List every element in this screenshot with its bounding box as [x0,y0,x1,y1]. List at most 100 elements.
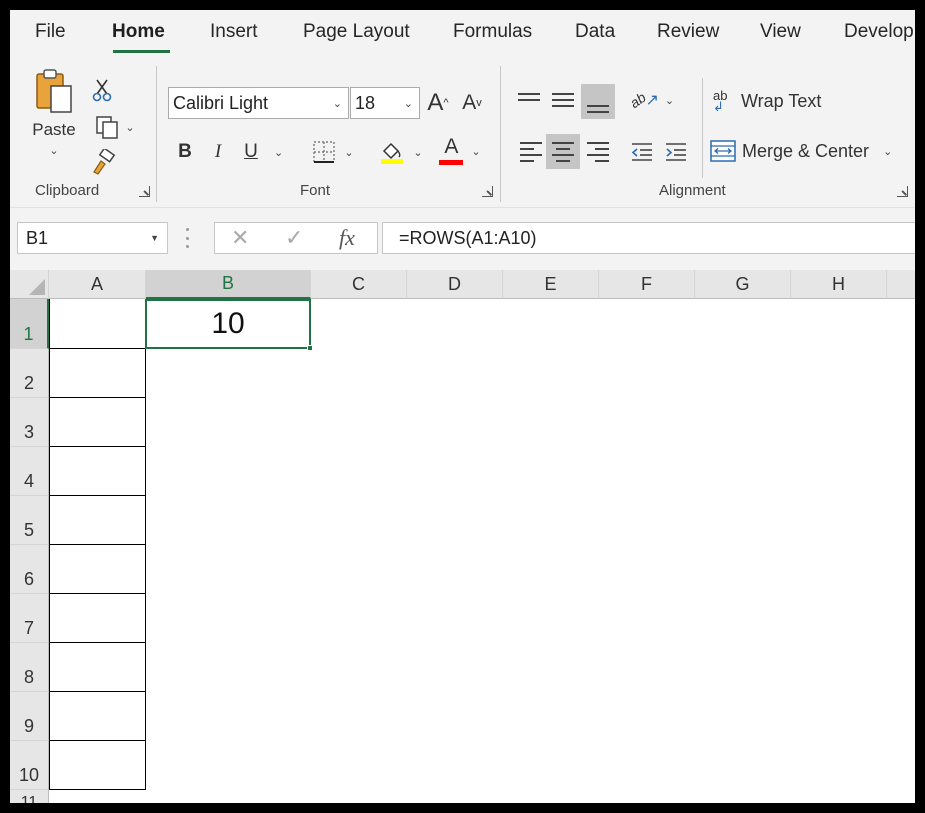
font-launcher-icon[interactable] [482,186,493,197]
chevron-down-icon: ⌄ [333,97,342,110]
tab-formulas[interactable]: Formulas [453,21,532,43]
cut-button[interactable] [90,76,114,104]
cell-b1-active[interactable]: 10 [145,299,311,349]
name-box[interactable]: B1 ▼ [17,222,168,254]
clipboard-launcher-icon[interactable] [139,186,150,197]
column-header-d[interactable]: D [407,270,503,299]
chevron-down-icon: ⌄ [404,97,413,110]
bottom-align-button[interactable] [581,84,615,119]
tab-insert[interactable]: Insert [210,21,258,43]
fill-handle[interactable] [307,345,313,351]
ribbon-separator [500,66,501,202]
cancel-icon[interactable]: ✕ [231,225,249,251]
cell-a7[interactable] [49,594,146,643]
top-align-button[interactable] [514,82,544,112]
align-right-button[interactable] [581,134,615,169]
row-header-2[interactable]: 2 [10,349,49,398]
ribbon-separator [702,78,703,178]
column-header-b[interactable]: B [146,270,311,299]
paste-button[interactable]: Paste ⌄ [28,68,80,174]
cell-a1[interactable] [49,299,146,349]
decrease-indent-icon [630,142,654,162]
enter-icon[interactable]: ✓ [285,225,303,251]
tab-developer[interactable]: Develop [844,21,914,43]
increase-font-size-button[interactable]: A^ [424,87,452,119]
fill-color-button[interactable]: ⌄ [376,138,426,166]
cell-a9[interactable] [49,692,146,741]
copy-icon [95,115,119,139]
row-header-4[interactable]: 4 [10,447,49,496]
align-left-button[interactable] [514,134,548,169]
middle-align-button[interactable] [548,84,578,116]
row-header-1[interactable]: 1 [10,299,49,349]
underline-button[interactable]: U [239,138,263,166]
row-header-5[interactable]: 5 [10,496,49,545]
cell-a3[interactable] [49,398,146,447]
chevron-down-icon: ⌄ [471,145,480,158]
row-header-8[interactable]: 8 [10,643,49,692]
cell-a4[interactable] [49,447,146,496]
formula-bar: B1 ▼ ✕ ✓ fx =ROWS(A1:A10) [10,208,915,270]
bold-button[interactable]: B [173,138,197,166]
cell-a5[interactable] [49,496,146,545]
merge-center-label: Merge & Center [742,141,869,162]
decrease-font-size-button[interactable]: Av [458,87,486,119]
cell-a10[interactable] [49,741,146,790]
column-header-f[interactable]: F [599,270,695,299]
borders-button[interactable]: ⌄ [308,138,358,166]
alignment-launcher-icon[interactable] [897,186,908,197]
font-name-combo[interactable]: Calibri Light ⌄ [168,87,349,119]
select-all-button[interactable] [10,270,49,299]
font-color-letter: A [444,137,458,157]
increase-indent-button[interactable] [661,134,691,169]
paste-label: Paste [32,120,75,140]
wrap-text-icon: ab↲ [713,90,737,112]
highlight-swatch [381,159,403,164]
chevron-down-icon: ⌄ [344,146,353,159]
tab-page-layout[interactable]: Page Layout [303,21,410,43]
italic-button[interactable]: I [206,138,230,166]
middle-align-icon [552,93,574,107]
decrease-indent-button[interactable] [627,134,657,169]
cell-a6[interactable] [49,545,146,594]
wrap-text-button[interactable]: ab↲ Wrap Text [713,86,833,116]
formula-bar-splitter[interactable] [186,228,190,248]
copy-button[interactable]: ⌄ [90,113,140,141]
bottom-align-icon [587,105,609,113]
merge-center-button[interactable]: Merge & Center ⌄ [710,136,900,166]
row-header-7[interactable]: 7 [10,594,49,643]
align-left-icon [520,142,542,162]
format-painter-button[interactable] [90,148,118,176]
column-header-h[interactable]: H [791,270,887,299]
tab-review[interactable]: Review [657,21,719,43]
tab-file[interactable]: File [35,21,66,43]
font-color-button[interactable]: A ⌄ [435,136,485,166]
column-header-overflow [887,270,915,299]
cell-a2[interactable] [49,349,146,398]
active-tab-indicator [113,50,170,53]
orientation-button[interactable]: ab ↗ ⌄ [628,86,676,114]
formula-input[interactable]: =ROWS(A1:A10) [382,222,915,254]
row-header-9[interactable]: 9 [10,692,49,741]
column-header-c[interactable]: C [311,270,407,299]
insert-function-button[interactable]: fx [339,225,355,251]
paste-icon [31,68,77,116]
cell-a8[interactable] [49,643,146,692]
row-header-10[interactable]: 10 [10,741,49,790]
row-header-6[interactable]: 6 [10,545,49,594]
tab-home[interactable]: Home [112,21,165,43]
excel-window: File Home Insert Page Layout Formulas Da… [10,10,915,803]
column-header-e[interactable]: E [503,270,599,299]
column-header-a[interactable]: A [49,270,146,299]
borders-icon [312,140,336,164]
tab-view[interactable]: View [760,21,801,43]
row-header-3[interactable]: 3 [10,398,49,447]
wrap-text-label: Wrap Text [741,91,821,112]
font-size-combo[interactable]: 18 ⌄ [350,87,420,119]
column-header-g[interactable]: G [695,270,791,299]
merge-center-icon [710,140,736,162]
align-center-button[interactable] [546,134,580,169]
clipboard-group-label: Clipboard [35,182,99,199]
tab-data[interactable]: Data [575,21,615,43]
row-header-11[interactable]: 11 [10,790,49,803]
